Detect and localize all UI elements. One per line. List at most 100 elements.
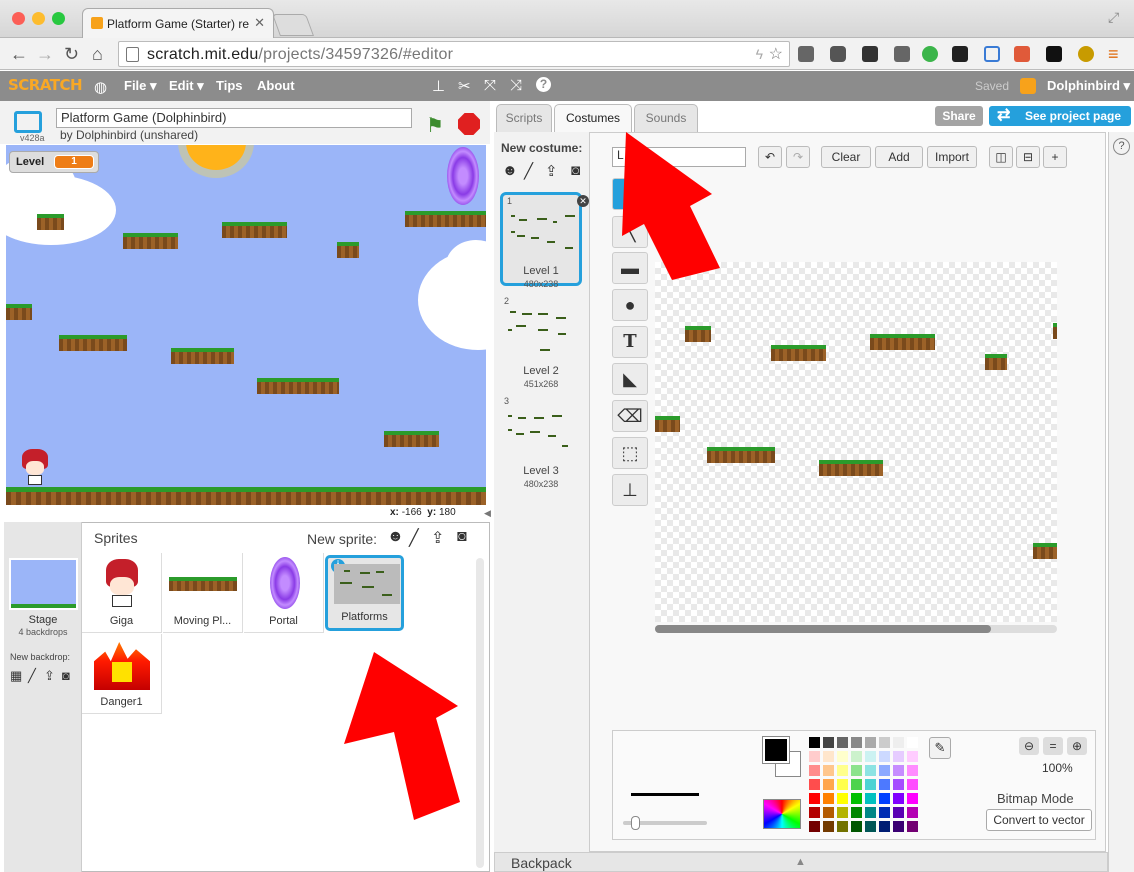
wrench-extension-icon[interactable] <box>798 46 814 62</box>
minimize-window-icon[interactable] <box>32 12 45 25</box>
color-swatch[interactable] <box>837 751 848 762</box>
color-swatch[interactable] <box>893 751 904 762</box>
account-menu[interactable]: Dolphinbird ▾ <box>1047 78 1130 94</box>
ninja-extension-icon[interactable] <box>1046 46 1062 62</box>
color-swatch[interactable] <box>837 793 848 804</box>
backpack-bar[interactable]: Backpack ▲ <box>494 852 1108 872</box>
color-swatch[interactable] <box>879 765 890 776</box>
forward-arrow-icon[interactable]: → <box>36 44 54 64</box>
color-swatch[interactable] <box>907 751 918 762</box>
paint-sprite-brush-icon[interactable]: ╱ <box>409 528 419 548</box>
fullscreen-icon[interactable]: ⤢ <box>1108 9 1119 26</box>
sprite-tile-giga[interactable]: Giga <box>82 553 162 633</box>
slider-handle[interactable] <box>631 816 640 830</box>
sprite-tile-moving-platform[interactable]: Moving Pl... <box>163 553 243 633</box>
portal-sprite[interactable] <box>447 147 479 205</box>
upload-sprite-icon[interactable]: ⇪ <box>431 528 444 548</box>
close-tab-icon[interactable]: ✕ <box>254 15 265 31</box>
color-swatch[interactable] <box>809 779 820 790</box>
help-question-icon[interactable]: ? <box>536 77 551 92</box>
convert-to-vector-button[interactable]: Convert to vector <box>986 809 1092 831</box>
primary-color[interactable] <box>762 736 790 764</box>
eyedropper-icon[interactable]: ✎ <box>929 737 951 759</box>
tool-ellipse-icon[interactable]: ● <box>612 289 648 321</box>
redo-button[interactable]: ↷ <box>786 146 810 168</box>
reload-icon[interactable]: ↻ <box>64 44 79 64</box>
clear-button[interactable]: Clear <box>821 146 871 168</box>
color-swatch[interactable] <box>879 737 890 748</box>
canvas-horizontal-scrollbar[interactable] <box>655 625 1057 633</box>
color-swatch[interactable] <box>893 779 904 790</box>
menu-about[interactable]: About <box>257 78 295 93</box>
grow-icon[interactable]: ⤧ <box>484 77 496 94</box>
zoom-in-icon[interactable]: ⊕ <box>1067 737 1087 755</box>
paint-canvas[interactable] <box>655 262 1057 622</box>
delete-scissors-icon[interactable]: ✂ <box>458 77 471 95</box>
undo-button[interactable]: ↶ <box>758 146 782 168</box>
color-swatch[interactable] <box>879 793 890 804</box>
color-swatch[interactable] <box>865 807 876 818</box>
duplicate-stamp-icon[interactable]: ⊥ <box>432 77 445 95</box>
color-swatch[interactable] <box>893 793 904 804</box>
menu-hamburger-icon[interactable]: ≡ <box>1108 44 1119 65</box>
menu-file[interactable]: File ▾ <box>124 78 157 94</box>
color-swatch[interactable] <box>837 765 848 776</box>
delete-costume-icon[interactable]: ✕ <box>577 195 589 207</box>
new-tab-button[interactable] <box>271 14 315 36</box>
color-swatch[interactable] <box>851 793 862 804</box>
maximize-window-icon[interactable] <box>52 12 65 25</box>
color-swatch[interactable] <box>851 807 862 818</box>
lightning-icon[interactable]: ϟ <box>756 46 763 62</box>
layers-extension-icon[interactable] <box>952 46 968 62</box>
giga-sprite[interactable] <box>18 449 52 487</box>
color-swatch[interactable] <box>837 737 848 748</box>
tool-stamp-icon[interactable]: ⊥ <box>612 474 648 506</box>
pocket-extension-icon[interactable] <box>830 46 846 62</box>
color-swatch[interactable] <box>893 737 904 748</box>
upload-backdrop-icon[interactable]: ⇪ <box>44 668 55 684</box>
color-swatch[interactable] <box>823 793 834 804</box>
color-swatch[interactable] <box>823 737 834 748</box>
color-swatch[interactable] <box>879 751 890 762</box>
color-swatch[interactable] <box>837 821 848 832</box>
costume-library-icon[interactable]: ☻ <box>502 162 518 179</box>
color-swatch[interactable] <box>823 751 834 762</box>
color-swatch[interactable] <box>907 793 918 804</box>
color-swatch[interactable] <box>893 807 904 818</box>
color-picker-gradient[interactable] <box>763 799 801 829</box>
color-swatch[interactable] <box>893 765 904 776</box>
color-swatch[interactable] <box>851 765 862 776</box>
color-swatch[interactable] <box>865 737 876 748</box>
screen-extension-icon[interactable] <box>984 46 1000 62</box>
color-swatch[interactable] <box>851 779 862 790</box>
menu-tips[interactable]: Tips <box>216 78 243 93</box>
add-button[interactable]: Add <box>875 146 923 168</box>
color-swatch[interactable] <box>907 765 918 776</box>
costume-item[interactable]: 2 Level 2 451x268 <box>500 295 582 389</box>
collapse-stage-icon[interactable]: ◀ <box>484 508 491 519</box>
paint-backdrop-brush-icon[interactable]: ╱ <box>28 668 36 684</box>
camera-costume-icon[interactable]: ◙ <box>571 162 580 179</box>
stage-thumbnail[interactable] <box>9 558 78 610</box>
camera-sprite-icon[interactable]: ◙ <box>457 528 467 546</box>
color-swatch[interactable] <box>809 765 820 776</box>
color-swatch[interactable] <box>823 807 834 818</box>
level-variable-monitor[interactable]: Level 1 <box>9 151 99 173</box>
color-swatch[interactable] <box>837 779 848 790</box>
color-swatch[interactable] <box>907 779 918 790</box>
camera-backdrop-icon[interactable]: ◙ <box>62 668 70 683</box>
scratch-logo[interactable]: SCRATCH <box>8 76 83 94</box>
tool-eraser-icon[interactable]: ⌫ <box>612 400 648 432</box>
share-button[interactable]: Share <box>935 106 983 126</box>
bookmark-star-icon[interactable]: ☆ <box>769 44 783 64</box>
sprite-tile-platforms-selected[interactable]: i Platforms <box>325 555 404 631</box>
hangouts-extension-icon[interactable] <box>922 46 938 62</box>
color-swatch[interactable] <box>851 737 862 748</box>
stage-canvas[interactable]: Level 1 <box>6 145 486 505</box>
sprite-pane-scrollbar[interactable] <box>476 558 484 868</box>
color-swatch[interactable] <box>823 779 834 790</box>
color-swatch[interactable] <box>907 737 918 748</box>
zoom-out-icon[interactable]: ⊖ <box>1019 737 1039 755</box>
shrink-icon[interactable]: ⤨ <box>510 77 522 94</box>
home-icon[interactable]: ⌂ <box>92 44 103 64</box>
